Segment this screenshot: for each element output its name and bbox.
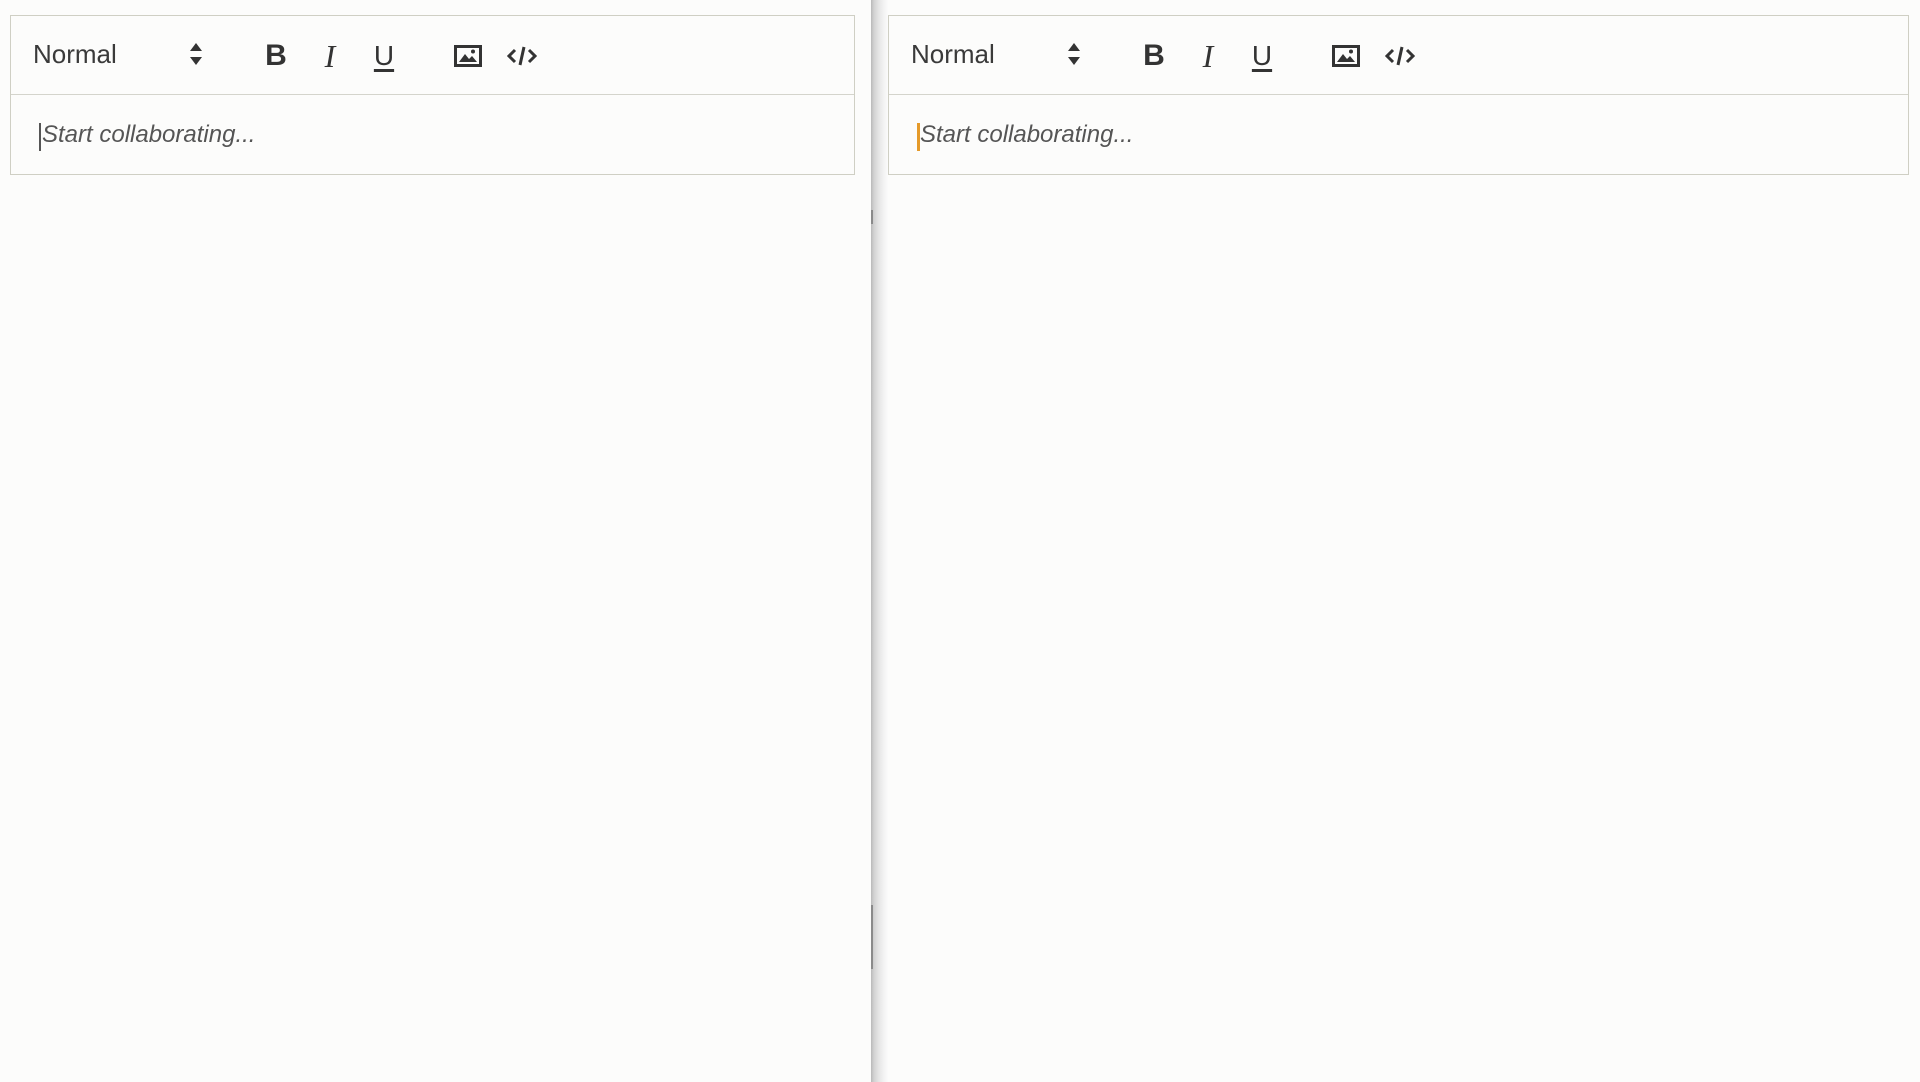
underline-icon: U	[373, 40, 395, 71]
image-icon	[1332, 45, 1360, 67]
bold-icon: B	[1143, 39, 1165, 72]
left-editor-pane: Normal B I U Start collaborating...	[0, 0, 871, 1082]
code-button[interactable]	[502, 38, 542, 74]
image-icon	[454, 45, 482, 67]
divider-grip-top	[871, 210, 873, 224]
right-editor-pane: Normal B I U Start collaborating...	[888, 0, 1920, 1082]
editor-placeholder: Start collaborating...	[920, 121, 1134, 148]
bold-button[interactable]: B	[1134, 38, 1174, 74]
insert-image-button[interactable]	[448, 38, 488, 74]
format-select-value: Normal	[33, 38, 117, 69]
code-icon	[1385, 46, 1415, 66]
bold-icon: B	[265, 39, 287, 72]
insert-image-button[interactable]	[1326, 38, 1366, 74]
underline-button[interactable]: U	[364, 38, 404, 74]
format-select[interactable]: Normal	[33, 34, 213, 74]
updown-arrows-icon	[1068, 43, 1080, 65]
editor-content[interactable]: Start collaborating...	[11, 95, 854, 175]
editor-toolbar: Normal B I U	[11, 16, 854, 95]
editor-toolbar: Normal B I U	[889, 16, 1908, 95]
editor-content[interactable]: Start collaborating...	[889, 95, 1908, 175]
code-icon	[507, 46, 537, 66]
rich-text-editor: Normal B I U Start collaborating...	[888, 15, 1909, 175]
italic-button[interactable]: I	[310, 38, 350, 74]
code-button[interactable]	[1380, 38, 1420, 74]
underline-button[interactable]: U	[1242, 38, 1282, 74]
format-select-value: Normal	[911, 38, 995, 69]
italic-icon: I	[324, 37, 336, 74]
italic-icon: I	[1202, 37, 1214, 74]
text-caret	[39, 123, 41, 151]
rich-text-editor: Normal B I U Start collaborating...	[10, 15, 855, 175]
remote-collaborator-caret	[917, 123, 920, 151]
editor-placeholder: Start collaborating...	[42, 121, 256, 148]
divider-grip-bottom	[871, 905, 873, 969]
italic-button[interactable]: I	[1188, 38, 1228, 74]
bold-button[interactable]: B	[256, 38, 296, 74]
underline-icon: U	[1251, 40, 1273, 71]
format-select[interactable]: Normal	[911, 34, 1091, 74]
updown-arrows-icon	[190, 43, 202, 65]
split-pane-divider[interactable]	[871, 0, 888, 1082]
